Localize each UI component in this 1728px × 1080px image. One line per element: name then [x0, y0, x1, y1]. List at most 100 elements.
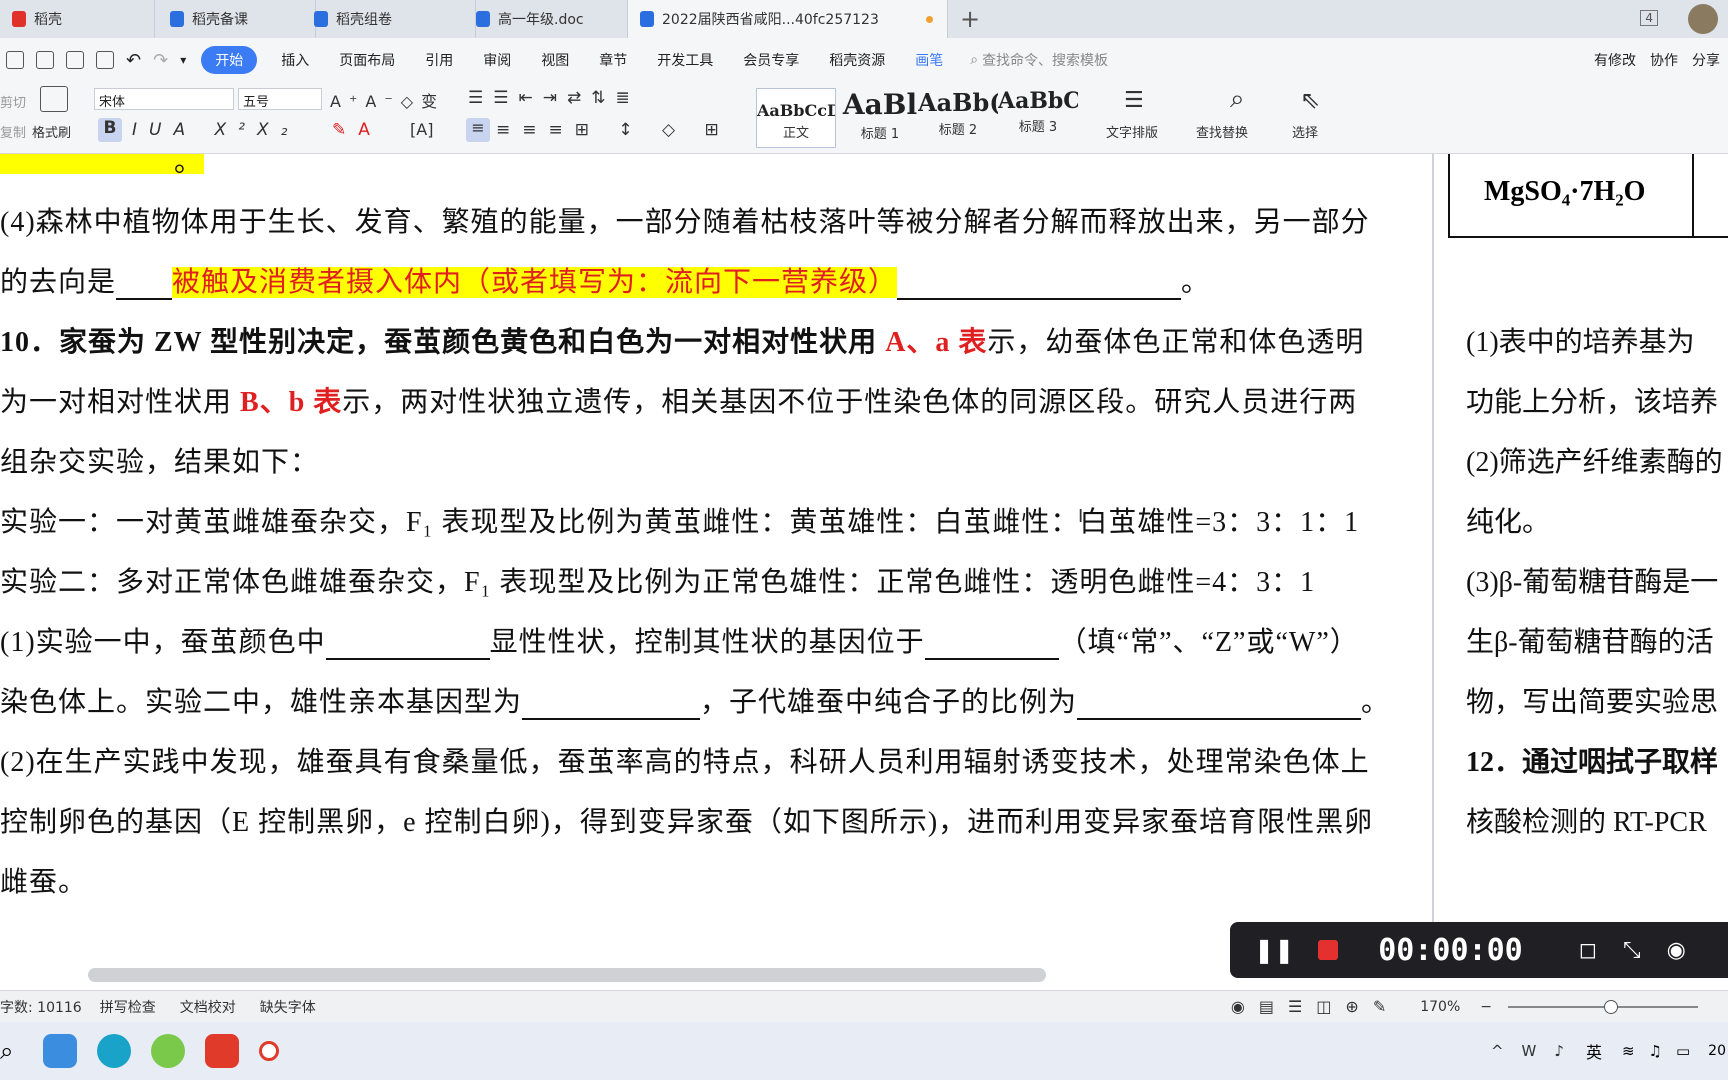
camera-icon[interactable]: ◉ [1667, 938, 1686, 963]
doc-line-12: 雌蚕。 [0, 867, 88, 898]
status-bar: 字数: 10116 拼写检查 文档校对 缺失字体 ◉▤☰◫⊕✎ 170% − [0, 990, 1728, 1022]
spell-check-button[interactable]: 拼写检查 [100, 997, 156, 1017]
style-heading-1[interactable]: AaBl 标题 1 [840, 88, 920, 148]
blank [1077, 692, 1362, 720]
align-buttons[interactable]: ≡≡≡⊞ ↕ ◇ ⊞ [496, 120, 731, 140]
command-search[interactable]: ⌕ 查找命令、搜索模板 [970, 50, 1108, 70]
collapse-icon[interactable]: ⤡ [1623, 938, 1641, 963]
menu-bar: ↶ ↷ ▾ 开始 插入 页面布局 引用 审阅 视图 章节 开发工具 会员专享 稻… [0, 38, 1728, 82]
magnifier-icon: ⌕ [1230, 84, 1245, 114]
style-heading-3[interactable]: AaBbC 标题 3 [998, 88, 1078, 148]
cursor-icon: ⇖ [1300, 86, 1321, 114]
export-icon[interactable] [36, 51, 54, 69]
save-icon[interactable] [6, 51, 24, 69]
menu-resources[interactable]: 稻壳资源 [823, 46, 891, 74]
menu-start[interactable]: 开始 [201, 46, 258, 74]
font-size-controls[interactable]: A⁺A⁻◇变 [330, 88, 445, 112]
cut-button[interactable]: 剪切 [0, 92, 26, 111]
blank [116, 272, 173, 300]
style-normal[interactable]: AaBbCcDd正文 [756, 88, 836, 148]
table-divider [1692, 154, 1694, 238]
text-cursor-icon: I [1078, 506, 1084, 527]
menu-view[interactable]: 视图 [535, 46, 575, 74]
file-manager-icon[interactable] [43, 1034, 78, 1068]
redo-icon[interactable]: ↷ [153, 50, 168, 71]
network-volume-icons[interactable]: ≋♫▭ [1622, 1042, 1704, 1060]
new-tab-plus-icon[interactable]: + [960, 5, 980, 33]
ribbon: 剪切 复制 格式刷 宋体 五号 A⁺A⁻◇变 B IUA X²X₂ ✎A [A]… [0, 82, 1728, 154]
menu-member[interactable]: 会员专享 [737, 46, 805, 74]
avatar[interactable] [1688, 4, 1718, 34]
text-layout-button[interactable]: 文字排版 [1106, 122, 1158, 141]
word-icon [640, 11, 654, 27]
style-heading-2[interactable]: AaBb(标题 2 [918, 88, 998, 148]
word-count[interactable]: 字数: 10116 [0, 997, 82, 1017]
zoom-out-icon[interactable]: − [1480, 999, 1492, 1015]
screenshot-area-icon[interactable]: ◻ [1579, 938, 1597, 963]
menu-right: 有修改 协作 分享 [1594, 38, 1728, 82]
list-indent-buttons[interactable]: ☰☰⇤⇥⇄⇅≣ [468, 88, 640, 108]
document-page[interactable]: 。 (4)森林中植物体用于生长、发育、繁殖的能量，一部分随着枯枝落叶等被分解者分… [0, 154, 1430, 972]
char-border-icon[interactable]: [A] [410, 120, 433, 139]
collab-button[interactable]: 协作 [1650, 50, 1678, 70]
horizontal-scrollbar[interactable] [88, 968, 1046, 982]
adjacent-page[interactable]: MgSO₄·7H₂O (1)表中的培养基为 功能上分析，该培养 (2)筛选产纤维… [1432, 154, 1728, 972]
format-painter-icon[interactable] [40, 86, 68, 112]
pause-icon[interactable]: ❚❚ [1254, 936, 1294, 964]
chevron-down-icon[interactable]: ▾ [180, 53, 186, 67]
modified-button[interactable]: 有修改 [1594, 50, 1636, 70]
menu-layout[interactable]: 页面布局 [333, 46, 401, 74]
ime-indicator[interactable]: 英 [1586, 1039, 1602, 1063]
print-icon[interactable] [66, 51, 84, 69]
right-line-3: (2)筛选产纤维素酶的 [1466, 447, 1723, 478]
app-icon[interactable] [151, 1034, 186, 1068]
view-mode-icons[interactable]: ◉▤☰◫⊕✎ [1231, 997, 1400, 1016]
edge-icon[interactable] [97, 1034, 132, 1068]
search-icon[interactable]: ⌕ [0, 1037, 13, 1065]
zoom-slider[interactable] [1508, 999, 1698, 1014]
font-family-select[interactable]: 宋体 [94, 88, 234, 110]
stop-icon[interactable] [1318, 940, 1339, 960]
share-button[interactable]: 分享 [1692, 50, 1720, 70]
zoom-level[interactable]: 170% [1420, 999, 1460, 1015]
blank [325, 632, 490, 660]
menu-insert[interactable]: 插入 [275, 46, 315, 74]
undo-icon[interactable]: ↶ [126, 50, 141, 71]
preview-icon[interactable] [96, 51, 114, 69]
clock[interactable]: 20 [1708, 1043, 1726, 1059]
font-size-select[interactable]: 五号 [238, 88, 322, 110]
bold-button[interactable]: B [98, 118, 122, 142]
align-left-button[interactable]: ≡ [466, 118, 490, 142]
menu-devtools[interactable]: 开发工具 [651, 46, 719, 74]
format-painter-button[interactable]: 格式刷 [32, 122, 71, 141]
zoom-slider-thumb[interactable] [1604, 999, 1618, 1014]
doc-line-0: 。 [174, 154, 204, 178]
doc-proof-button[interactable]: 文档校对 [180, 997, 236, 1017]
right-line-4: 纯化。 [1466, 507, 1551, 538]
tray-icons[interactable]: ^W♪ [1491, 1042, 1582, 1060]
tab-counter[interactable]: 4 [1640, 10, 1658, 26]
menu-pen[interactable]: 画笔 [909, 46, 949, 74]
right-line-6: 生β-葡萄糖苷酶的活 [1466, 627, 1714, 658]
menu-review[interactable]: 审阅 [477, 46, 517, 74]
record-timer: 00:00:00 [1378, 932, 1523, 968]
find-replace-button[interactable]: 查找替换 [1196, 122, 1248, 141]
tab-active-doc[interactable]: 2022届陕西省咸阳...40fc257123 [628, 0, 948, 38]
word-icon [476, 11, 490, 27]
missing-font-button[interactable]: 缺失字体 [260, 997, 316, 1017]
menu-reference[interactable]: 引用 [419, 46, 459, 74]
menu-chapter[interactable]: 章节 [593, 46, 633, 74]
highlight-color-buttons[interactable]: ✎A [332, 120, 382, 140]
tab-gaoyi[interactable]: 高一年级.doc [316, 0, 628, 38]
select-button[interactable]: 选择 [1292, 122, 1318, 141]
taskbar: ⌕ ^W♪ 英 ≋♫▭ 20 [0, 1022, 1728, 1080]
wps-icon[interactable] [205, 1034, 240, 1068]
tab-bar: 稻壳 稻壳备课 稻壳组卷 高一年级.doc 2022届陕西省咸阳...40fc2… [0, 0, 1728, 38]
copy-button[interactable]: 复制 [0, 122, 26, 141]
doc-line-3: 10．家蚕为 ZW 型性别决定，蚕茧颜色黄色和白色为一对相对性状用 A、a 表示… [0, 327, 1365, 358]
unsaved-dot-icon [926, 16, 933, 23]
text-format-buttons[interactable]: IUA X²X₂ [132, 120, 299, 140]
recorder-icon[interactable] [259, 1041, 280, 1061]
blank [897, 272, 1182, 300]
doc-line-5: 组杂交实验，结果如下： [0, 447, 320, 478]
